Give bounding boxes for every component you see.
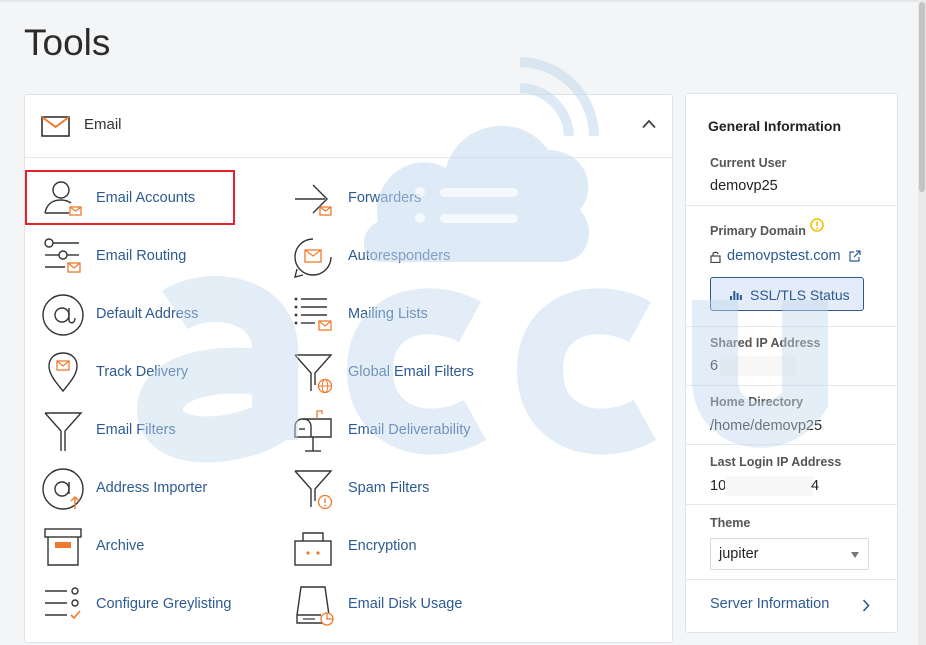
page-scrollbar[interactable] (918, 0, 926, 645)
divider (686, 385, 897, 386)
theme-select[interactable]: jupiter (710, 538, 869, 570)
primary-domain-value[interactable]: demovpstest.com (727, 248, 841, 264)
external-link-icon[interactable] (849, 250, 861, 262)
divider (686, 444, 897, 445)
tool-track-delivery[interactable]: Track Delivery (41, 347, 271, 395)
at-sign-icon (42, 294, 84, 336)
encryption-icon (294, 532, 332, 566)
last-login-ip-suffix: 4 (811, 478, 820, 494)
primary-domain-label: Primary Domain (710, 224, 806, 238)
filter-globe-icon (294, 354, 333, 394)
tool-label: Encryption (348, 538, 417, 554)
divider (686, 205, 897, 206)
redacted-ip-mask (725, 476, 813, 496)
tool-label: Email Disk Usage (348, 596, 463, 612)
tool-email-deliverability[interactable]: Email Deliverability (291, 405, 521, 453)
tool-configure-greylisting[interactable]: Configure Greylisting (41, 579, 271, 627)
tool-forwarders[interactable]: Forwarders (291, 173, 521, 221)
mailbox-icon (294, 410, 332, 452)
tool-global-email-filters[interactable]: Global Email Filters (291, 347, 521, 395)
tool-autoresponders[interactable]: Autoresponders (291, 231, 521, 279)
lock-icon (710, 251, 721, 263)
ssl-tls-status-button[interactable]: SSL/TLS Status (710, 277, 864, 311)
tool-label: Global Email Filters (348, 364, 474, 380)
filter-icon (44, 412, 83, 451)
list-mail-icon (294, 297, 332, 331)
checklist-icon (45, 587, 81, 620)
page-title: Tools (24, 22, 111, 63)
redacted-ip-mask (720, 356, 796, 376)
email-panel-header[interactable]: Email (25, 95, 672, 158)
tool-label: Archive (96, 538, 145, 554)
divider (686, 579, 897, 580)
last-login-ip-label: Last Login IP Address (710, 455, 842, 469)
tool-email-disk-usage[interactable]: Email Disk Usage (291, 579, 521, 627)
general-information-panel: General Information Current User demovp2… (685, 93, 898, 633)
tool-label: Email Filters (96, 422, 176, 438)
server-information-link[interactable]: Server Information (710, 596, 829, 612)
tool-label: Spam Filters (348, 480, 430, 496)
tool-label: Email Routing (96, 248, 187, 264)
theme-label: Theme (710, 516, 751, 530)
ssl-tls-status-label: SSL/TLS Status (750, 287, 850, 303)
divider (686, 504, 897, 505)
tool-label: Mailing Lists (348, 306, 428, 322)
email-panel-title: Email (84, 116, 122, 133)
theme-select-value: jupiter (719, 546, 759, 562)
chevron-right-icon[interactable] (862, 599, 870, 612)
tool-address-importer[interactable]: Address Importer (41, 463, 271, 511)
warning-icon[interactable] (810, 218, 824, 232)
autoresponder-icon (294, 238, 332, 278)
routing-icon (44, 238, 81, 273)
tool-default-address[interactable]: Default Address (41, 289, 271, 337)
bar-chart-icon (730, 291, 742, 300)
current-user-value: demovp25 (710, 178, 778, 194)
tool-label: Track Delivery (96, 364, 189, 380)
tool-label: Email Deliverability (348, 422, 471, 438)
tool-label: Default Address (96, 306, 199, 322)
divider (686, 326, 897, 327)
at-import-icon (42, 468, 84, 510)
tool-email-routing[interactable]: Email Routing (41, 231, 271, 279)
tool-email-filters[interactable]: Email Filters (41, 405, 271, 453)
chevron-up-icon[interactable] (642, 119, 656, 129)
tool-mailing-lists[interactable]: Mailing Lists (291, 289, 521, 337)
current-user-label: Current User (710, 156, 787, 170)
home-directory-value: /home/demovp25 (710, 418, 823, 434)
general-information-title: General Information (708, 118, 842, 134)
disk-usage-icon (296, 586, 334, 626)
tool-label: Forwarders (348, 190, 422, 206)
tool-label: Autoresponders (348, 248, 451, 264)
shared-ip-value: 6 (710, 358, 719, 374)
envelope-icon (41, 116, 70, 137)
filter-warning-icon (294, 470, 333, 510)
shared-ip-label: Shared IP Address (710, 336, 821, 350)
location-pin-icon (48, 352, 78, 393)
top-bar (0, 0, 918, 2)
caret-down-icon (851, 552, 859, 558)
tool-spam-filters[interactable]: Spam Filters (291, 463, 521, 511)
last-login-ip-prefix: 10 (710, 478, 727, 494)
home-directory-label: Home Directory (710, 395, 804, 409)
email-accounts-highlight-box (25, 170, 235, 225)
archive-box-icon (44, 528, 82, 566)
scrollbar-thumb[interactable] (919, 2, 925, 192)
tool-encryption[interactable]: Encryption (291, 521, 521, 569)
tool-archive[interactable]: Archive (41, 521, 271, 569)
tool-label: Address Importer (96, 480, 208, 496)
tool-label: Configure Greylisting (96, 596, 232, 612)
forward-arrow-icon (295, 184, 332, 216)
